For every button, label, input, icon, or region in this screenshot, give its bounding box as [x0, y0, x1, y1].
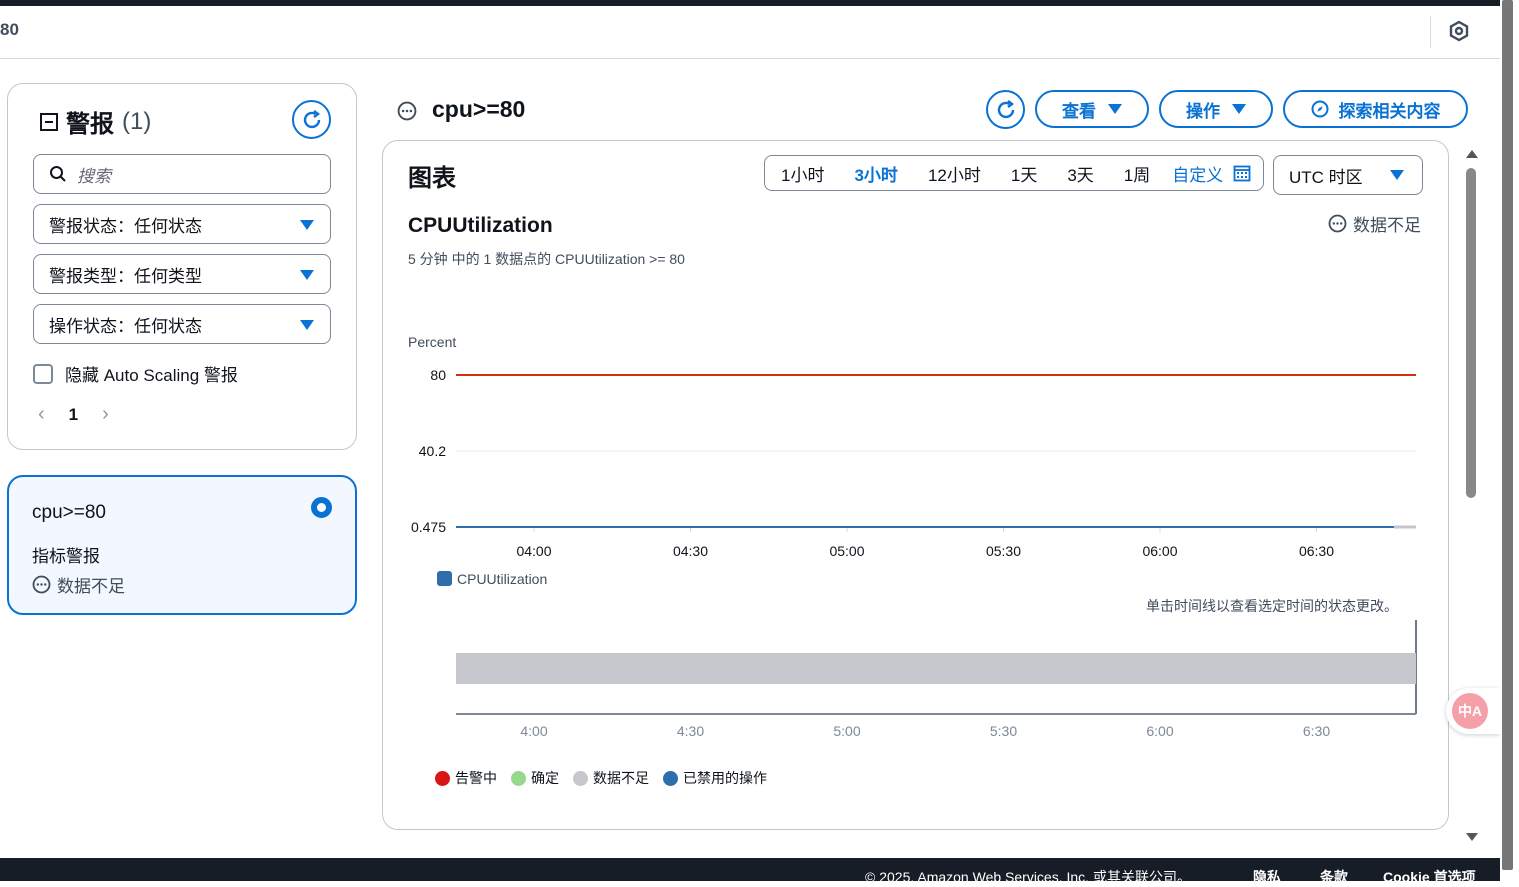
status-legend-swatch — [663, 770, 678, 786]
timeline-hint: 单击时间线以查看选定时间的状态更改。 — [1146, 598, 1398, 614]
terms-link[interactable]: 条款 — [1320, 867, 1348, 887]
status-legend-item: 确定 — [511, 768, 559, 788]
status-legend-swatch — [511, 770, 526, 786]
x-tick-label: 06:00 — [1142, 543, 1177, 559]
status-legend-item: 数据不足 — [573, 768, 649, 788]
x-tick-label: 04:30 — [673, 543, 708, 559]
status-legend-label: 已禁用的操作 — [683, 770, 767, 786]
status-legend-swatch — [573, 770, 588, 786]
status-legend-label: 告警中 — [455, 770, 497, 786]
x-tick-label: 05:00 — [829, 543, 864, 559]
timeline-tick-label: 4:30 — [677, 723, 704, 739]
scroll-up-icon[interactable] — [1466, 150, 1478, 158]
status-legend-item: 已禁用的操作 — [663, 768, 767, 788]
status-legend: 告警中 确定 数据不足 已禁用的操作 — [435, 768, 767, 788]
translate-icon[interactable]: 中A — [1452, 693, 1488, 729]
y-tick-label: 40.2 — [419, 443, 446, 459]
timeline-tick-label: 4:00 — [520, 723, 547, 739]
timeline-tick-label: 5:00 — [833, 723, 860, 739]
y-axis-label: Percent — [408, 334, 456, 350]
timeline-tick-label: 5:30 — [990, 723, 1017, 739]
y-tick-label: 80 — [430, 367, 446, 383]
x-tick-label: 06:30 — [1299, 543, 1334, 559]
footer: © 2025, Amazon Web Services, Inc. 或其关联公司… — [0, 858, 1500, 885]
scroll-down-icon[interactable] — [1466, 833, 1478, 841]
window-scrollbar-thumb[interactable] — [1502, 0, 1513, 870]
copyright: © 2025, Amazon Web Services, Inc. 或其关联公司… — [865, 869, 1191, 885]
timeline-tick-label: 6:00 — [1146, 723, 1173, 739]
y-tick-label: 0.475 — [411, 519, 446, 535]
x-tick-label: 04:00 — [516, 543, 551, 559]
timeline-state-bar — [456, 653, 1416, 684]
status-legend-label: 确定 — [531, 770, 559, 786]
timeline-tick-label: 6:30 — [1303, 723, 1330, 739]
legend-label: CPUUtilization — [457, 571, 547, 587]
status-legend-item: 告警中 — [435, 768, 497, 788]
panel-scrollbar-thumb[interactable] — [1466, 168, 1476, 498]
status-legend-label: 数据不足 — [593, 770, 649, 786]
x-tick-label: 05:30 — [986, 543, 1021, 559]
metric-line-chart[interactable]: Percent 80 40.2 0.475 04:00 04:30 05:00 05:30 06… — [0, 0, 1519, 881]
legend-swatch — [437, 571, 452, 586]
status-legend-swatch — [435, 770, 450, 786]
privacy-link[interactable]: 隐私 — [1253, 867, 1281, 887]
cookie-preferences-link[interactable]: Cookie 首选项 — [1383, 867, 1476, 887]
